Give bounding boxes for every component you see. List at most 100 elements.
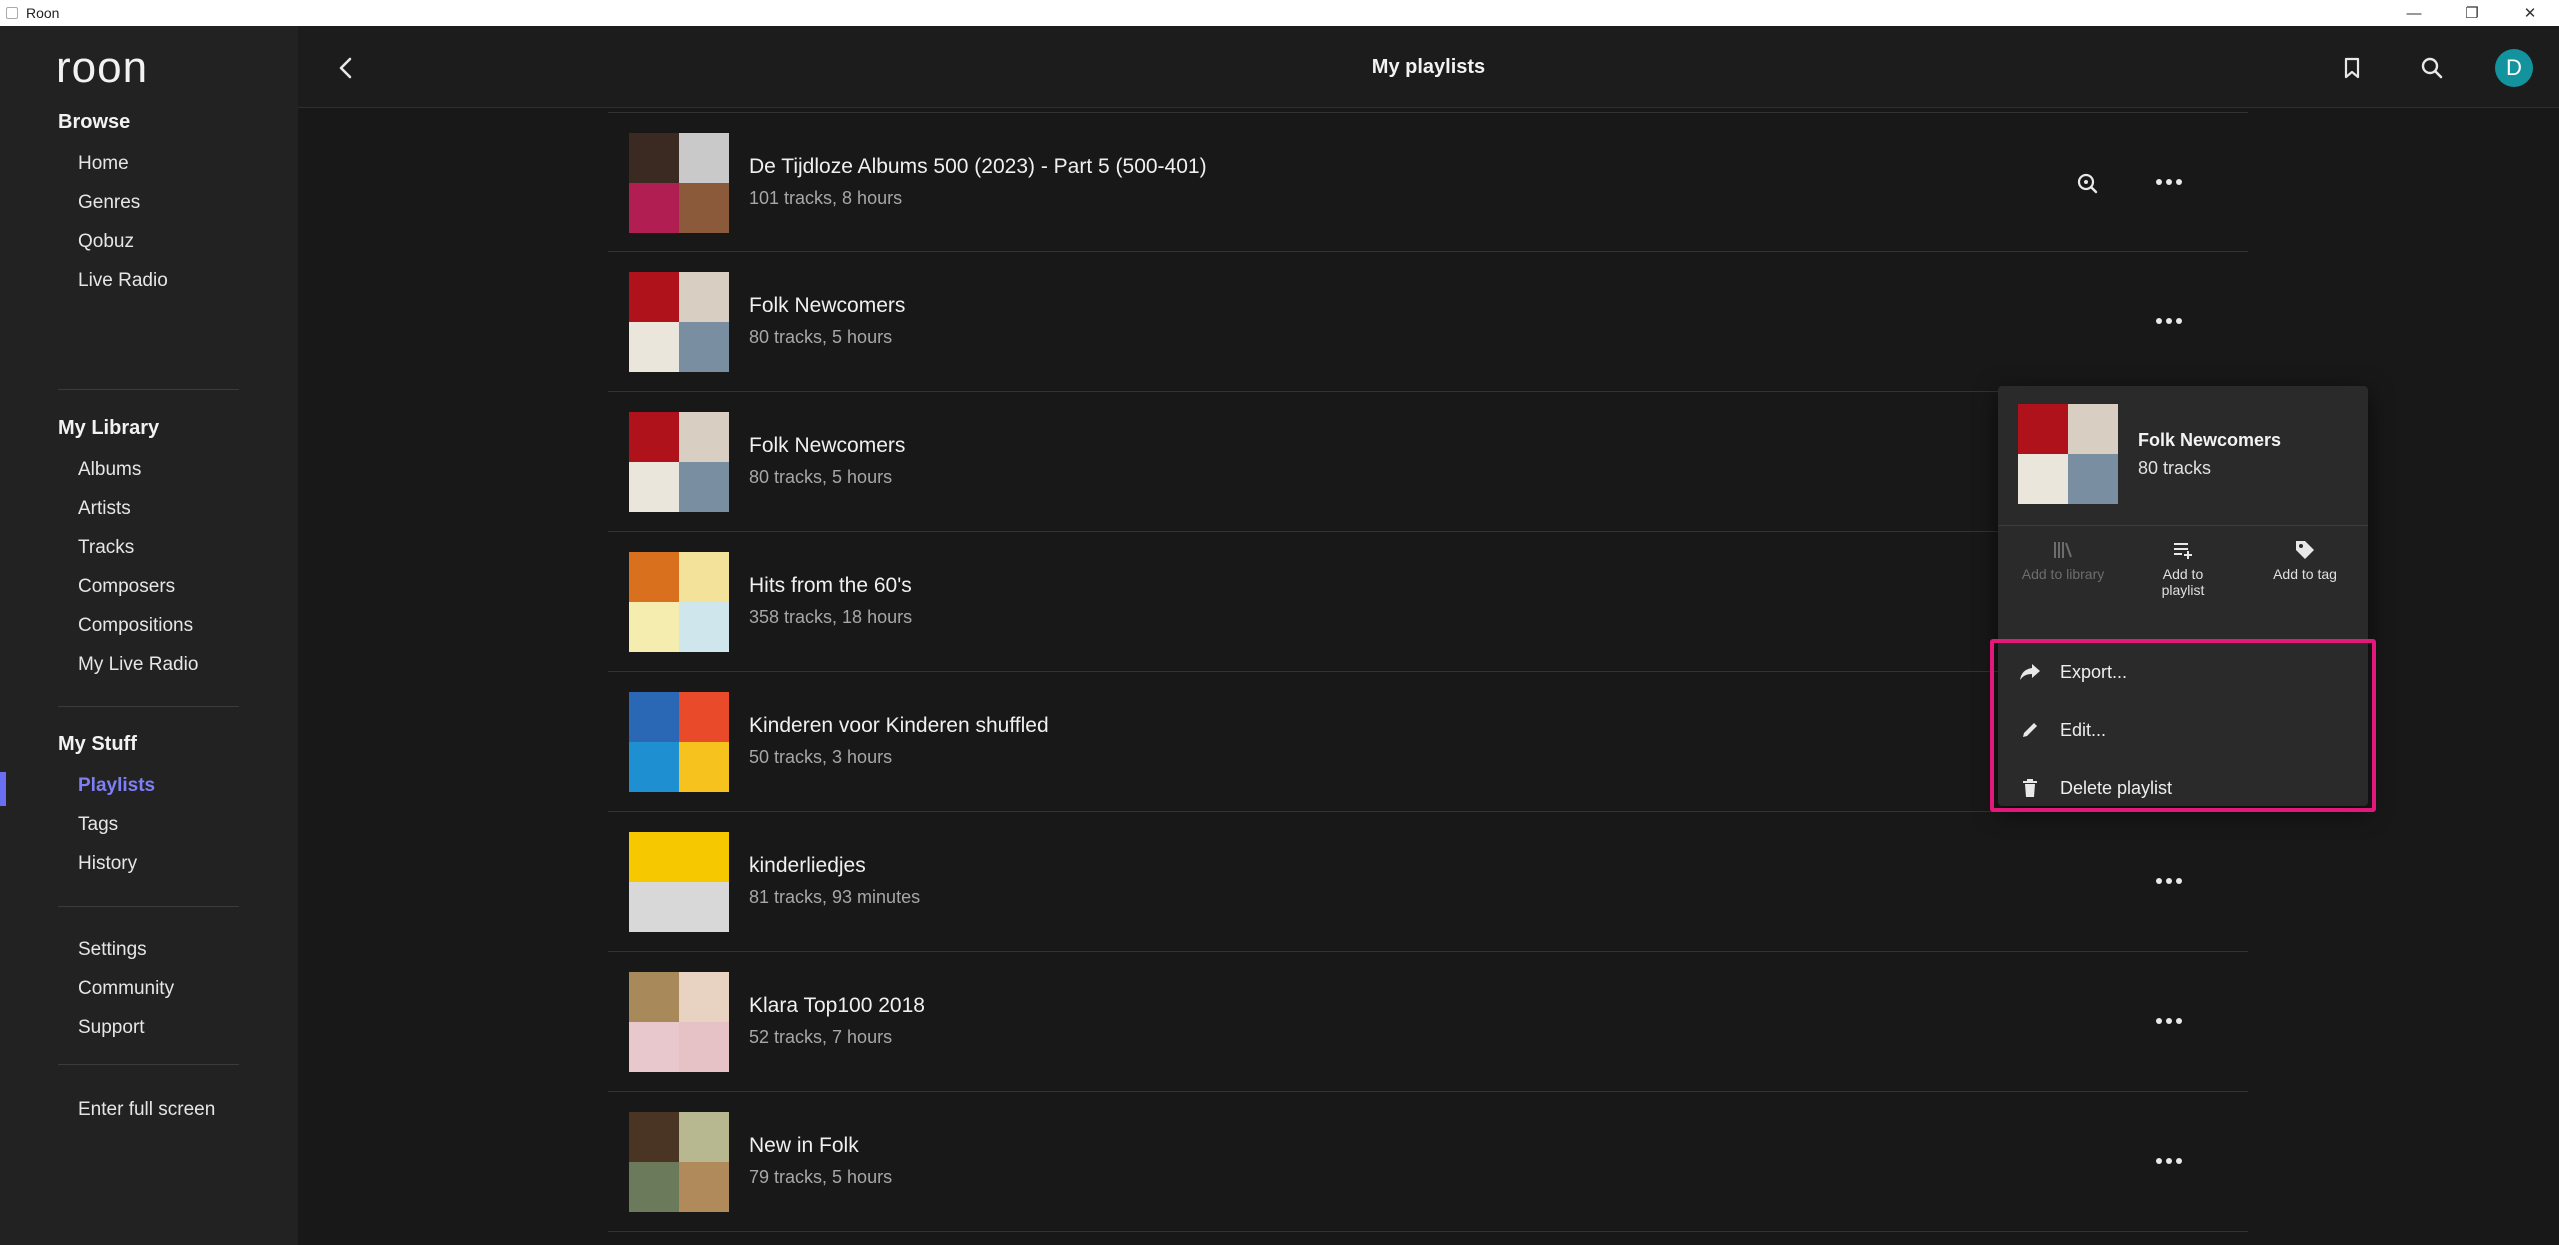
- window-controls: — ❐ ✕: [2385, 0, 2559, 26]
- window-title-bar: Roon — ❐ ✕: [0, 0, 2559, 26]
- context-menu-title: Folk Newcomers: [2138, 430, 2282, 450]
- add-to-library-button: Add to library: [2008, 538, 2118, 582]
- cover-tile: [679, 322, 729, 372]
- bookmark-button[interactable]: [2334, 50, 2370, 86]
- sidebar-item-compositions[interactable]: Compositions: [58, 606, 198, 645]
- playlist-title[interactable]: Hits from the 60's: [749, 574, 912, 598]
- playlist-row[interactable]: New in Folk 79 tracks, 5 hours: [608, 1092, 2248, 1232]
- sidebar-item-tags[interactable]: Tags: [58, 805, 155, 844]
- playlist-title[interactable]: Kinderen voor Kinderen shuffled: [749, 714, 1049, 738]
- close-window-button[interactable]: ✕: [2501, 0, 2559, 26]
- cover-tile: [679, 183, 729, 233]
- sidebar-item-my-live-radio[interactable]: My Live Radio: [58, 645, 198, 684]
- playlist-cover-art[interactable]: [629, 832, 729, 932]
- sidebar-item-tracks[interactable]: Tracks: [58, 528, 198, 567]
- back-button[interactable]: [328, 50, 364, 86]
- playlist-cover-art[interactable]: [629, 272, 729, 372]
- context-menu-options-highlight: Export... Edit... Delete playlist: [1990, 639, 2376, 812]
- sidebar-item-settings[interactable]: Settings: [58, 930, 174, 969]
- playlist-title[interactable]: Folk Newcomers: [749, 294, 905, 318]
- playlist-cover-art[interactable]: [629, 972, 729, 1072]
- cover-tile: [629, 183, 679, 233]
- sidebar-item-qobuz[interactable]: Qobuz: [58, 222, 168, 261]
- trash-icon: [2023, 779, 2037, 797]
- add-to-playlist-button[interactable]: Add to playlist: [2128, 538, 2238, 598]
- cover-tile: [679, 832, 729, 882]
- sidebar-item-live-radio[interactable]: Live Radio: [58, 261, 168, 300]
- app-icon: [6, 7, 18, 19]
- avatar[interactable]: D: [2495, 49, 2533, 87]
- add-to-tag-button[interactable]: Add to tag: [2250, 538, 2360, 582]
- playlist-cover-art[interactable]: [629, 692, 729, 792]
- cover-tile: [679, 882, 729, 932]
- sidebar-item-albums[interactable]: Albums: [58, 450, 198, 489]
- sidebar-item-community[interactable]: Community: [58, 969, 174, 1008]
- playlist-cover-art[interactable]: [629, 552, 729, 652]
- search-button[interactable]: [2414, 50, 2450, 86]
- cover-tile: [2018, 404, 2068, 454]
- cover-tile: [629, 972, 679, 1022]
- context-menu-actions: Add to library Add to playlist Add to ta…: [1998, 538, 2368, 618]
- playlist-title[interactable]: Folk Newcomers: [749, 434, 905, 458]
- cover-tile: [629, 1162, 679, 1212]
- sidebar-divider: [58, 906, 239, 907]
- cover-tile: [629, 1112, 679, 1162]
- playlist-title[interactable]: New in Folk: [749, 1134, 859, 1158]
- library-section: My Library Albums Artists Tracks Compose…: [58, 412, 198, 684]
- more-options-button[interactable]: [2148, 1146, 2190, 1176]
- delete-playlist-option[interactable]: Delete playlist: [2018, 768, 2172, 808]
- playlist-title[interactable]: De Tijdloze Albums 500 (2023) - Part 5 (…: [749, 155, 1207, 179]
- minimize-button[interactable]: —: [2385, 0, 2443, 26]
- roon-logo[interactable]: roon: [56, 46, 166, 92]
- sidebar-item-playlists[interactable]: Playlists: [58, 766, 155, 805]
- sidebar-item-home[interactable]: Home: [58, 144, 168, 183]
- sidebar-item-composers[interactable]: Composers: [58, 567, 198, 606]
- cover-tile: [629, 1022, 679, 1072]
- restore-button[interactable]: ❐: [2443, 0, 2501, 26]
- focus-button[interactable]: [2071, 167, 2103, 199]
- playlist-title[interactable]: Klara Top100 2018: [749, 994, 925, 1018]
- playlist-title[interactable]: kinderliedjes: [749, 854, 866, 878]
- playlist-cover-art[interactable]: [629, 412, 729, 512]
- my-stuff-section: My Stuff Playlists Tags History: [58, 728, 155, 883]
- cover-tile: [679, 133, 729, 183]
- tag-icon: [2296, 541, 2314, 559]
- sidebar-item-genres[interactable]: Genres: [58, 183, 168, 222]
- playlist-row[interactable]: De Tijdloze Albums 500 (2023) - Part 5 (…: [608, 112, 2248, 252]
- context-menu-header: Folk Newcomers 80 tracks: [1998, 386, 2368, 526]
- playlist-row[interactable]: Folk Newcomers 80 tracks, 5 hours: [608, 252, 2248, 392]
- edit-option[interactable]: Edit...: [2018, 710, 2106, 750]
- more-options-button[interactable]: [2148, 167, 2190, 197]
- more-options-button[interactable]: [2148, 866, 2190, 896]
- playlist-row[interactable]: Klara Top100 2018 52 tracks, 7 hours: [608, 952, 2248, 1092]
- context-menu-cover-art: [2018, 404, 2118, 504]
- sidebar-item-support[interactable]: Support: [58, 1008, 174, 1047]
- context-menu: Folk Newcomers 80 tracks Add to library …: [1990, 386, 2376, 812]
- library-heading: My Library: [58, 417, 160, 439]
- cover-tile: [679, 602, 729, 652]
- sidebar-divider: [58, 1064, 239, 1065]
- pencil-icon: [2023, 723, 2037, 737]
- sidebar-item-history[interactable]: History: [58, 844, 155, 883]
- more-options-button[interactable]: [2148, 306, 2190, 336]
- playlist-cover-art[interactable]: [629, 1112, 729, 1212]
- more-options-button[interactable]: [2148, 1006, 2190, 1036]
- edit-label: Edit...: [2060, 719, 2107, 740]
- my-stuff-heading: My Stuff: [58, 733, 137, 755]
- cover-tile: [679, 1022, 729, 1072]
- bookmark-icon: [2344, 57, 2360, 79]
- export-option[interactable]: Export...: [2018, 652, 2127, 692]
- sidebar-divider: [58, 389, 239, 390]
- cover-tile: [629, 692, 679, 742]
- more-icon: [2156, 179, 2182, 185]
- page-title: My playlists: [1371, 56, 1486, 78]
- cover-tile: [629, 552, 679, 602]
- playlist-subtitle: 79 tracks, 5 hours: [749, 1167, 893, 1187]
- playlist-row[interactable]: kinderliedjes 81 tracks, 93 minutes: [608, 812, 2248, 952]
- enter-full-screen-button[interactable]: Enter full screen: [58, 1090, 215, 1129]
- sidebar-item-artists[interactable]: Artists: [58, 489, 198, 528]
- playlist-cover-art[interactable]: [629, 133, 729, 233]
- browse-section: Browse Home Genres Qobuz Live Radio: [58, 106, 168, 300]
- cover-tile: [629, 322, 679, 372]
- top-header: My playlists D: [298, 26, 2559, 108]
